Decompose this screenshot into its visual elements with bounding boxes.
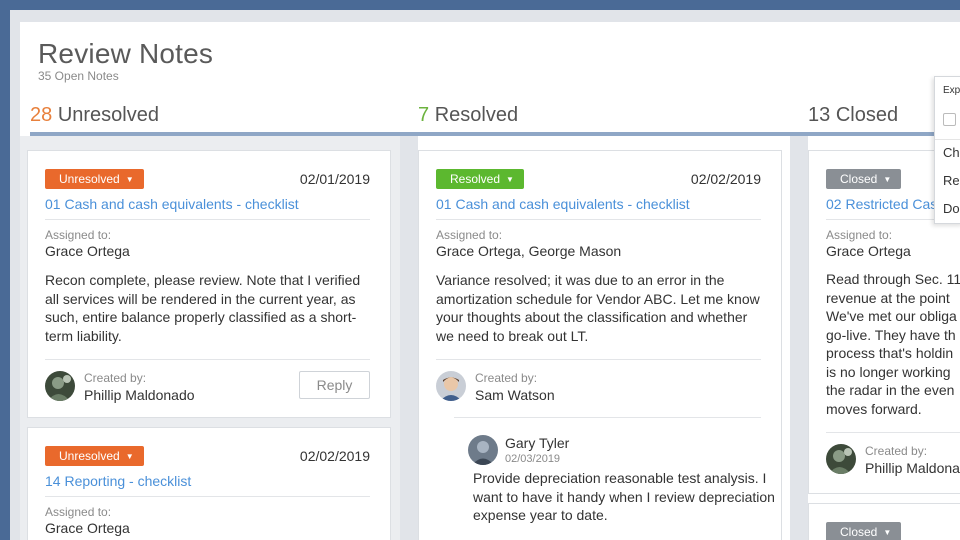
dropdown-header: Exp — [943, 85, 960, 96]
assigned-to-label: Assigned to: — [826, 228, 893, 242]
column-header-closed[interactable]: 13 Closed — [808, 104, 898, 127]
page-title: Review Notes — [38, 38, 214, 69]
note-body-line: is no longer working — [826, 363, 951, 380]
note-card[interactable]: Resolved ▼ 02/02/2019 01 Cash and cash eq… — [418, 150, 782, 540]
export-dropdown-menu: Exp Ch Re Do — [934, 76, 960, 224]
checklist-link[interactable]: 14 Reporting - checklist — [45, 473, 191, 489]
lane-gap — [790, 136, 808, 540]
dropdown-item[interactable]: Ch — [943, 145, 960, 160]
divider — [45, 219, 370, 220]
status-badge[interactable]: Unresolved ▼ — [45, 446, 144, 466]
note-body: Recon complete, please review. Note that… — [45, 272, 361, 344]
assignee-name: Grace Ortega — [826, 243, 911, 259]
checklist-link[interactable]: 01 Cash and cash equivalents - checklist — [436, 196, 690, 212]
assigned-to-label: Assigned to: — [45, 505, 112, 519]
divider — [45, 496, 370, 497]
checklist-link[interactable]: 02 Restricted Cas — [826, 196, 937, 212]
status-badge[interactable]: Unresolved ▼ — [45, 169, 144, 189]
resolved-label: Resolved — [434, 104, 519, 126]
note-card[interactable]: Closed ▼ — [808, 503, 960, 540]
dropdown-item[interactable]: Do — [943, 201, 960, 216]
checklist-link[interactable]: 01 Cash and cash equivalents - checklist — [45, 196, 299, 212]
reply-body: Provide depreciation reasonable test ana… — [473, 470, 775, 523]
dropdown-item[interactable]: Re — [943, 173, 960, 188]
chevron-down-icon: ▼ — [883, 175, 892, 184]
column-header-unresolved[interactable]: 28 Unresolved — [30, 104, 159, 127]
assigned-to-label: Assigned to: — [436, 228, 503, 242]
divider — [45, 359, 370, 360]
chevron-down-icon: ▼ — [125, 452, 134, 461]
dropdown-divider — [935, 139, 960, 140]
open-notes-count: 35 Open Notes — [38, 69, 119, 83]
note-card[interactable]: Unresolved ▼ 02/02/2019 14 Reporting - ch… — [27, 427, 391, 540]
status-badge[interactable]: Resolved ▼ — [436, 169, 524, 189]
lane-gap — [400, 136, 418, 540]
chevron-down-icon: ▼ — [125, 175, 134, 184]
note-date: 02/01/2019 — [299, 171, 370, 187]
avatar — [468, 435, 498, 465]
note-body-line: go-live. They have th — [826, 326, 956, 343]
reply-button[interactable]: Reply — [299, 371, 370, 399]
assigned-to-label: Assigned to: — [45, 228, 112, 242]
status-badge[interactable]: Closed ▼ — [826, 169, 902, 189]
column-header-resolved[interactable]: 7 Resolved — [418, 104, 518, 127]
note-card[interactable]: Unresolved ▼ 02/01/2019 01 Cash and cash … — [27, 150, 391, 418]
assignee-name: Grace Ortega — [45, 243, 130, 259]
dropdown-checkbox[interactable] — [943, 113, 956, 126]
divider — [436, 219, 761, 220]
chevron-down-icon: ▼ — [506, 175, 514, 184]
app-top-bar — [0, 0, 960, 10]
reply-author: Gary Tyler — [505, 435, 570, 451]
created-by-label: Created by: — [865, 444, 928, 458]
note-body-line: revenue at the point — [826, 289, 950, 306]
assignee-name: Grace Ortega, George Mason — [436, 243, 622, 259]
divider — [454, 417, 761, 418]
review-notes-panel: Review Notes 35 Open Notes 28 Unresolved… — [20, 22, 960, 540]
assignee-name: Grace Ortega — [45, 520, 130, 536]
created-by-label: Created by: — [84, 371, 147, 385]
creator-name: Phillip Maldonado — [84, 387, 195, 403]
divider — [436, 359, 761, 360]
resolved-count: 7 — [418, 104, 430, 126]
note-body-line: moves forward. — [826, 400, 922, 417]
created-by-label: Created by: — [475, 371, 538, 385]
avatar — [826, 444, 856, 474]
creator-name: Sam Watson — [475, 387, 555, 403]
avatar — [45, 371, 75, 401]
unresolved-label: Unresolved — [57, 104, 159, 126]
note-body-line: the radar in the even — [826, 382, 955, 398]
chevron-down-icon: ▼ — [883, 528, 892, 537]
avatar — [436, 371, 466, 401]
creator-name: Phillip Maldona — [865, 460, 960, 476]
divider — [826, 432, 960, 433]
status-badge[interactable]: Closed ▼ — [826, 522, 902, 540]
note-date: 02/02/2019 — [690, 171, 761, 187]
note-body: Variance resolved; it was due to an erro… — [436, 272, 760, 344]
closed-count: 13 — [808, 104, 831, 126]
reply-date: 02/03/2019 — [505, 453, 561, 465]
unresolved-count: 28 — [30, 104, 53, 126]
note-date: 02/02/2019 — [299, 448, 370, 464]
closed-label: Closed — [835, 104, 899, 126]
note-body-line: We've met our obliga — [826, 308, 957, 324]
note-body-line: Read through Sec. 11 — [826, 271, 960, 287]
note-body-line: process that's holdin — [826, 345, 954, 361]
